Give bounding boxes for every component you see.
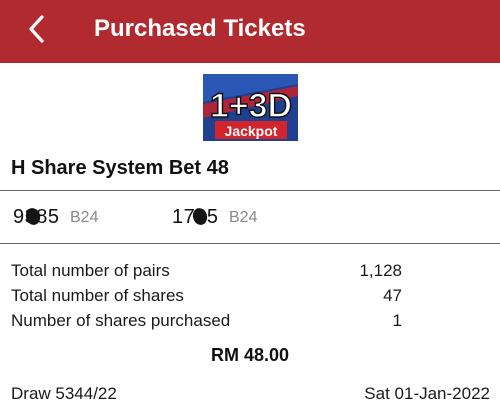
divider [0, 190, 500, 191]
bet-title: H Share System Bet 48 [11, 157, 229, 179]
total-amount: RM 48.00 [210, 345, 290, 365]
summary-label: Number of shares purchased [11, 311, 231, 330]
ticket-bet-type: B24 [70, 209, 99, 226]
logo-main-text: 1+3D [210, 87, 292, 125]
jackpot-logo: 1+3D Jackpot [203, 74, 298, 141]
divider [0, 243, 500, 244]
draw-number: Draw 5344/22 [11, 384, 117, 403]
summary-value: 1,128 [359, 261, 402, 280]
summary-value: 47 [383, 286, 402, 305]
summary-label: Total number of shares [11, 286, 184, 305]
chevron-left-icon[interactable] [22, 12, 56, 46]
draw-date: Sat 01-Jan-2022 [364, 384, 490, 403]
page-title: Purchased Tickets [94, 15, 306, 42]
app-header: Purchased Tickets [0, 0, 500, 63]
summary-label: Total number of pairs [11, 261, 170, 280]
logo-sub-text: Jackpot [225, 123, 278, 139]
summary-value: 1 [392, 311, 402, 330]
ticket-bet-type: B24 [229, 209, 258, 226]
